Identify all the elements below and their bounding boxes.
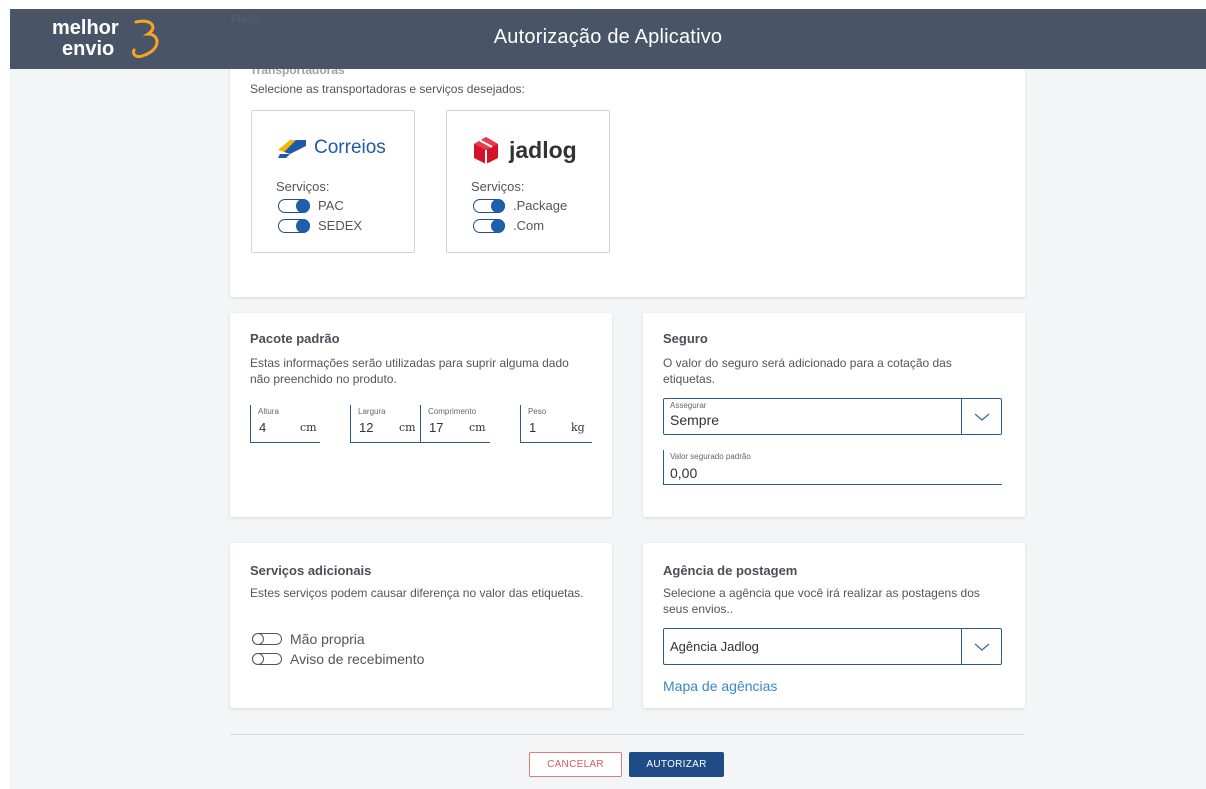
field-value: 1 [529,420,537,435]
package-card: Pacote padrão Estas informações serão ut… [230,313,612,517]
section-title-frete: Frete [231,14,258,26]
field-label: Altura [258,407,279,416]
page: melhor envio Autorização de Aplicativo F… [10,9,1206,789]
page-title: Autorização de Aplicativo [493,26,723,48]
additional-title: Serviços adicionais [250,563,372,578]
agency-select[interactable]: Agência Jadlog [663,628,1002,665]
services-label: Serviços: [276,179,330,194]
service-toggle-package[interactable]: .Package [473,198,567,213]
toggle-switch[interactable] [252,633,282,645]
service-toggle-sedex[interactable]: SEDEX [278,218,362,233]
chevron-down-icon[interactable] [961,399,1001,434]
app-header: melhor envio Autorização de Aplicativo [10,9,1206,69]
services-label: Serviços: [471,179,525,194]
divider [230,734,1025,735]
carrier-name-correios: Correios [314,137,386,158]
agency-map-link[interactable]: Mapa de agências [663,678,777,694]
toggle-switch[interactable] [278,218,310,233]
service-label: PAC [318,198,344,213]
carrier-name-jadlog: jadlog [509,136,577,163]
service-label: .Package [513,198,568,213]
carriers-description: Selecione as transportadoras e serviços … [250,82,525,96]
service-toggle-pac[interactable]: PAC [278,198,344,213]
agency-title: Agência de postagem [663,563,798,578]
field-unit: cm [300,421,317,434]
field-value: 12 [359,420,374,435]
insurance-description: O valor do seguro será adicionado para a… [663,356,952,386]
service-label: .Com [513,218,545,233]
option-label: Mão propria [290,631,365,647]
correios-logo: Correios [276,131,386,165]
option-label: Aviso de recebimento [290,651,425,667]
assure-select[interactable]: Assegurar Sempre [663,398,1002,435]
insurance-title: Seguro [663,331,708,346]
length-field[interactable]: Comprimento 17 cm [420,405,490,443]
agency-description: Selecione a agência que você irá realiza… [663,586,980,616]
toggle-switch[interactable] [252,653,282,665]
field-value: 4 [259,420,267,435]
package-description: Estas informações serão utilizadas para … [250,356,569,386]
cancel-button[interactable]: CANCELAR [529,752,622,777]
height-field[interactable]: Altura 4 cm [250,405,320,443]
field-unit: kg [571,421,585,434]
weight-field[interactable]: Peso 1 kg [520,405,592,443]
jadlog-logo: jadlog [471,133,577,167]
toggle-switch[interactable] [473,218,505,233]
select-label: Assegurar [670,401,707,410]
field-label: Largura [358,407,386,416]
insurance-card: Seguro O valor do seguro será adicionado… [643,313,1025,517]
field-unit: cm [399,421,416,434]
field-value: 17 [429,420,444,435]
option-toggle-aviso-recebimento[interactable]: Aviso de recebimento [252,651,424,667]
field-unit: cm [469,421,486,434]
carrier-card-jadlog[interactable]: jadlog Serviços: .Package .Com [446,110,610,253]
carrier-card-correios[interactable]: Correios Serviços: PAC SEDEX [251,110,415,253]
service-label: SEDEX [318,218,363,233]
default-insured-value-input[interactable]: Valor segurado padrão 0,00 [663,450,1002,485]
additional-services-card: Serviços adicionais Estes serviços podem… [230,543,612,708]
toggle-switch[interactable] [473,198,505,213]
field-label: Valor segurado padrão [670,452,751,461]
field-label: Comprimento [428,407,477,416]
select-value: Agência Jadlog [670,639,759,654]
select-value: Sempre [670,412,720,428]
package-title: Pacote padrão [250,331,340,346]
chevron-down-icon[interactable] [961,629,1001,664]
additional-description: Estes serviços podem causar diferença no… [250,586,584,600]
authorize-button[interactable]: AUTORIZAR [629,752,724,777]
agency-card: Agência de postagem Selecione a agência … [643,543,1025,708]
service-toggle-com[interactable]: .Com [473,218,544,233]
option-toggle-mao-propria[interactable]: Mão propria [252,631,365,647]
carriers-card: Transportadoras Selecione as transportad… [230,57,1025,297]
toggle-switch[interactable] [278,198,310,213]
field-value: 0,00 [670,465,698,481]
field-label: Peso [528,407,547,416]
width-field[interactable]: Largura 12 cm [350,405,420,443]
